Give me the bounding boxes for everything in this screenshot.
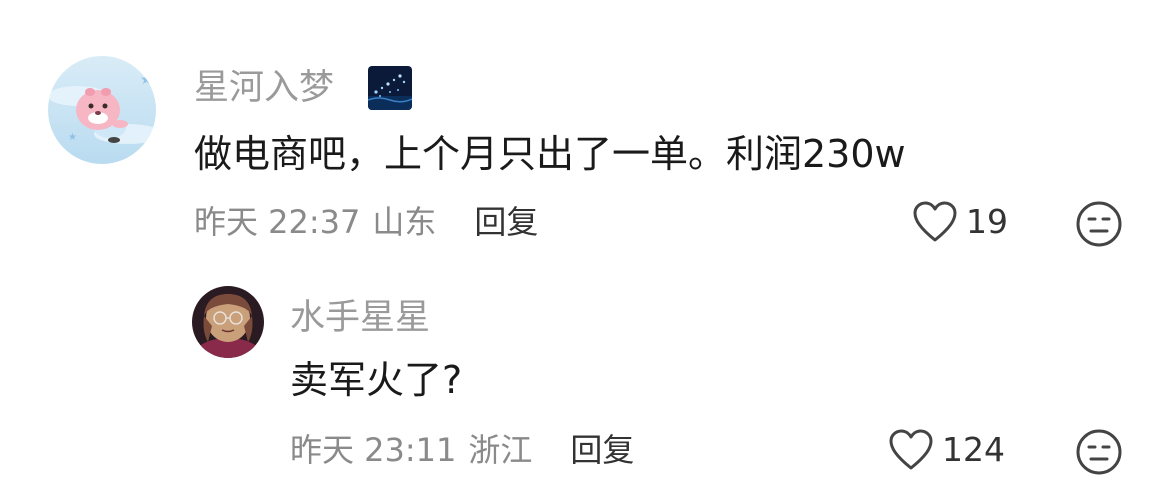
like-count: 19 — [966, 202, 1008, 241]
svg-text:★: ★ — [140, 72, 153, 88]
comment-time: 昨天 22:37 — [194, 203, 361, 241]
username[interactable]: 星河入梦 — [194, 66, 334, 110]
comment-meta: 昨天 23:11 浙江 回复 — [290, 428, 634, 472]
like-count: 124 — [942, 430, 1005, 469]
heart-icon — [889, 429, 933, 470]
user-avatar[interactable]: ★ ★ — [48, 56, 156, 164]
heart-icon — [913, 201, 957, 242]
username[interactable]: 水手星星 — [290, 296, 430, 340]
dislike-face-icon[interactable] — [1075, 428, 1123, 476]
like-button[interactable]: 124 — [888, 428, 1005, 472]
like-button[interactable]: 19 — [912, 200, 1008, 244]
comment-time: 昨天 23:11 — [290, 431, 457, 469]
svg-text:★: ★ — [68, 132, 77, 143]
comment-text: 做电商吧，上个月只出了一单。利润230w — [194, 132, 906, 176]
comment-location: 浙江 — [468, 431, 533, 469]
user-avatar[interactable] — [192, 286, 264, 358]
comment-section: ★ ★ 星河入梦 做电商吧，上个月只出了一单。利润230w 昨天 22:37 山… — [0, 0, 1170, 503]
reply-button[interactable]: 回复 — [474, 200, 538, 244]
comment-text: 卖军火了? — [290, 358, 463, 402]
comment-location: 山东 — [372, 203, 437, 241]
dislike-face-icon[interactable] — [1075, 200, 1123, 248]
comment-meta: 昨天 22:37 山东 回复 — [194, 200, 538, 244]
starry-sky-badge-icon — [368, 66, 412, 110]
reply-button[interactable]: 回复 — [570, 428, 634, 472]
